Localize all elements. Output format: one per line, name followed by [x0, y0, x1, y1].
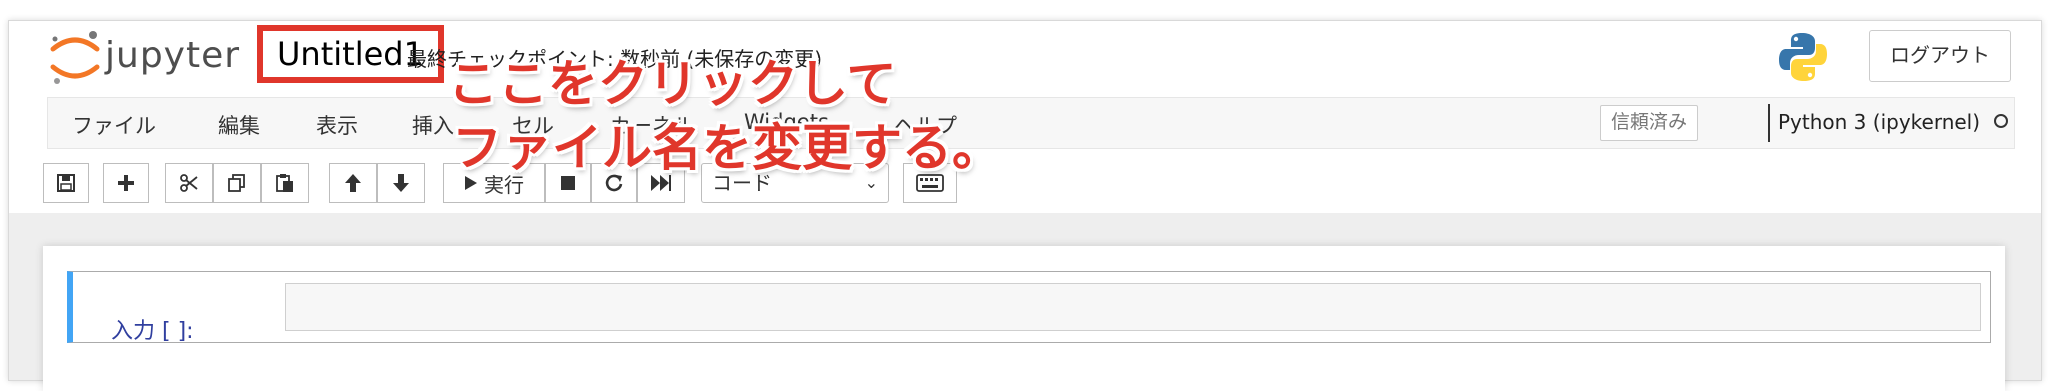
copy-button[interactable] [213, 163, 261, 203]
move-up-button[interactable] [329, 163, 377, 203]
jupyter-icon [50, 31, 100, 84]
header: jupyter Untitled1 最終チェックポイント: 数秒前 (未保存の変… [9, 21, 2041, 97]
kernel-separator [1768, 104, 1770, 142]
scissors-icon [180, 174, 198, 192]
arrow-down-icon [393, 174, 409, 192]
paste-button[interactable] [261, 163, 309, 203]
menu-edit[interactable]: 編集 [218, 110, 260, 140]
kernel-name[interactable]: Python 3 (ipykernel) [1778, 110, 1980, 134]
notebook-title-text: Untitled1 [277, 35, 424, 73]
python-icon [1779, 33, 1827, 81]
menu-file[interactable]: ファイル [72, 110, 156, 140]
copy-icon [228, 174, 245, 192]
menu-view[interactable]: 表示 [316, 110, 358, 140]
logo-text: jupyter [105, 35, 241, 76]
plus-icon [118, 175, 134, 191]
save-button[interactable] [43, 163, 89, 203]
trusted-badge[interactable]: 信頼済み [1600, 105, 1699, 141]
insert-cell-button[interactable] [103, 163, 149, 203]
cut-button[interactable] [165, 163, 213, 203]
input-prompt: 入力 [ ]: [111, 319, 194, 344]
arrow-up-icon [345, 174, 361, 192]
move-down-button[interactable] [377, 163, 425, 203]
code-input[interactable] [285, 283, 1981, 331]
notebook-window: jupyter Untitled1 最終チェックポイント: 数秒前 (未保存の変… [8, 20, 2042, 391]
callout-line-1: ここをクリックして [448, 55, 897, 113]
paste-icon [276, 174, 293, 192]
callout-line-2: ファイル名を変更する。 [452, 119, 1002, 177]
kernel-idle-icon [1994, 114, 2008, 128]
save-icon [57, 174, 75, 192]
menubar: ファイル 編集 表示 挿入 セル カーネル Widgets ヘルプ 信頼済み P… [47, 97, 2015, 149]
logout-button[interactable]: ログアウト [1869, 30, 2011, 82]
